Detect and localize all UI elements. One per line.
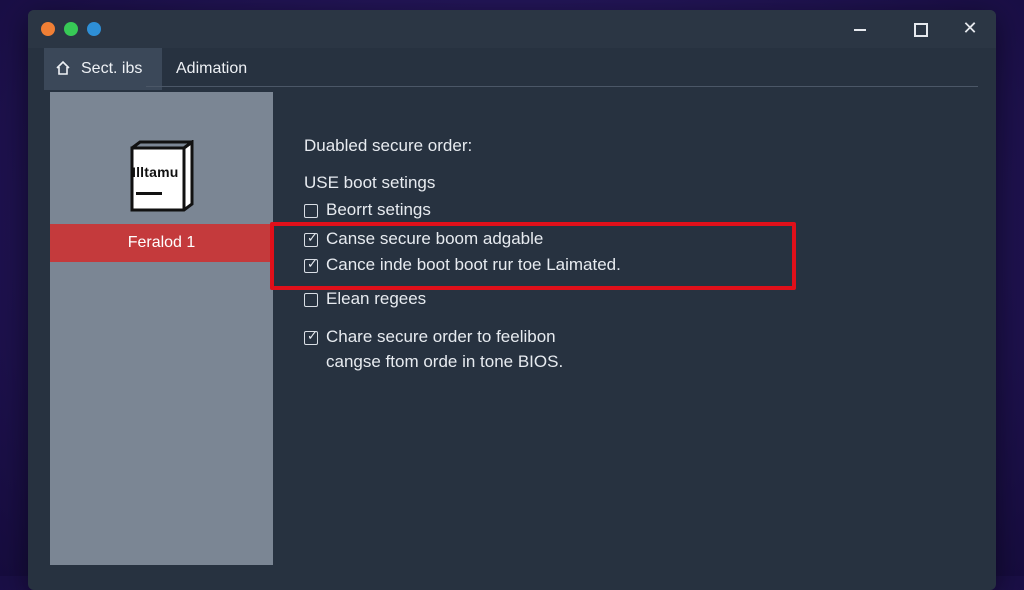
sidebar: Illtamu Feralod 1 <box>50 92 273 565</box>
home-icon <box>56 60 70 75</box>
minimize-dot[interactable] <box>64 22 78 36</box>
close-icon[interactable]: ✕ <box>960 19 980 39</box>
option-label: Chare secure order to feelibon <box>326 327 556 346</box>
maximize-icon[interactable] <box>910 19 930 39</box>
option-label: Beorrt setings <box>326 200 431 219</box>
check-icon: ✓ <box>307 328 318 343</box>
tab-adimation[interactable]: Adimation <box>176 48 247 90</box>
app-window: ✕ Sect. ibs Adimation Illtamu Feralod 1 … <box>28 10 996 590</box>
tab-label: Adimation <box>176 60 248 77</box>
tab-divider <box>146 86 978 87</box>
tab-label: Sect. ibs <box>81 60 143 77</box>
option-label: Elean regees <box>326 289 427 308</box>
section-label: USE boot setings <box>304 173 436 192</box>
logo-text: Illtamu <box>132 164 179 180</box>
section-heading: Duabled secure order: <box>304 136 473 155</box>
option-continuation: cangse ftom orde in tone BIOS. <box>326 352 564 371</box>
highlight-box <box>270 222 796 290</box>
minimize-icon[interactable] <box>850 19 870 39</box>
zoom-dot[interactable] <box>87 22 101 36</box>
logo-underline <box>136 192 162 195</box>
settings-panel: Duabled secure order: USE boot setings B… <box>304 128 984 548</box>
checkbox[interactable] <box>304 293 318 307</box>
box-icon <box>130 140 194 212</box>
close-dot[interactable] <box>41 22 55 36</box>
sidebar-item-feralod-1[interactable]: Feralod 1 <box>50 224 273 262</box>
logo: Illtamu <box>124 140 194 212</box>
checkbox-checked[interactable]: ✓ <box>304 328 318 345</box>
tab-sect-ibs[interactable]: Sect. ibs <box>44 48 162 90</box>
tab-bar: Sect. ibs Adimation <box>44 48 984 90</box>
checkbox[interactable] <box>304 204 318 218</box>
title-bar: ✕ <box>28 10 996 48</box>
